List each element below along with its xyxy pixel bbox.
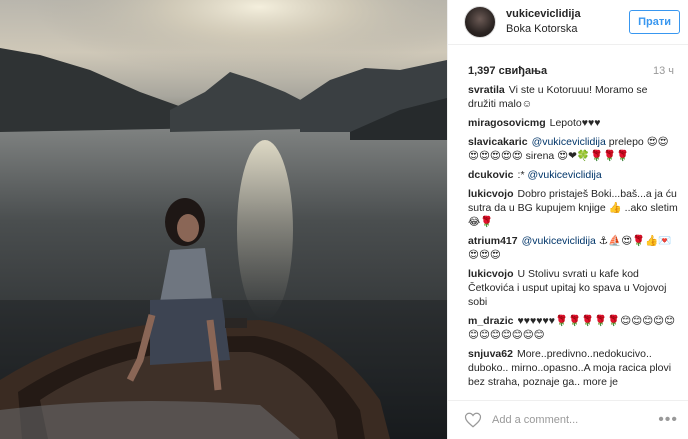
comment-item: svratila Vi ste u Kotoruuu! Moramo se dru… [468,83,678,111]
comment-username[interactable]: svratila [468,84,505,96]
username-link[interactable]: vukiceviclidija [506,7,629,22]
mention-link[interactable]: @vukiceviclidija [522,235,596,247]
avatar[interactable] [464,6,496,38]
comment-item: slavicakaric @vukiceviclidija prelepo 😍😍😍… [468,135,678,163]
heart-icon[interactable] [464,411,482,429]
comment-item: m_drazic ♥♥♥♥♥♥🌹🌹🌹🌹🌹😊😊😊😊😊😊😊😊😊😊😊😊 [468,314,678,342]
comment-text: :* [517,169,528,181]
mention-link[interactable]: @vukiceviclidija [527,169,601,181]
post-details-panel: vukiceviclidija Boka Kotorska Прати 1,39… [447,0,688,439]
comment-username[interactable]: slavicakaric [468,136,528,148]
comment-username[interactable]: m_drazic [468,315,514,327]
comment-item: lukicvojo U Stolivu svrati u kafe kod Čet… [468,267,678,309]
comment-username[interactable]: lukicvojo [468,188,514,200]
comment-username[interactable]: atrium417 [468,235,518,247]
comment-item: atrium417 @vukiceviclidija ⚓⛵😍🌹👍💌😍😍😍 [468,234,678,262]
comment-username[interactable]: lukicvojo [468,268,514,280]
location-link[interactable]: Boka Kotorska [506,22,629,37]
add-comment-input[interactable]: Add a comment... [492,414,658,426]
comment-item: lukicvojo Dobro pristaješ Boki...baš...a … [468,187,678,229]
comment-item: snjuva62 More..predivno..nedokucivo.. dub… [468,347,678,389]
comment-username[interactable]: miragosovicmg [468,117,546,129]
comment-item: miragosovicmg Lepoto♥♥♥ [468,116,678,130]
mention-link[interactable]: @vukiceviclidija [532,136,606,148]
post-header: vukiceviclidija Boka Kotorska Прати [448,0,688,45]
follow-button[interactable]: Прати [629,10,680,34]
comment-bar: Add a comment... ••• [448,400,688,439]
user-info: vukiceviclidija Boka Kotorska [506,7,629,37]
likes-count[interactable]: 1,397 свиђања [468,65,547,77]
comment-item: dcukovic:* @vukiceviclidija [468,168,678,182]
instagram-post: vukiceviclidija Boka Kotorska Прати 1,39… [0,0,688,439]
comment-username[interactable]: dcukovic [468,169,514,181]
post-stats: 1,397 свиђања 13 ч [448,45,688,83]
comment-text: Lepoto♥♥♥ [549,117,601,129]
comment-username[interactable]: snjuva62 [468,348,513,360]
lake-sunset-illustration [0,0,447,439]
more-options-icon[interactable]: ••• [658,411,678,429]
comments-list: svratila Vi ste u Kotoruuu! Moramo se dru… [448,83,688,401]
post-time[interactable]: 13 ч [653,65,674,77]
post-photo[interactable] [0,0,447,439]
